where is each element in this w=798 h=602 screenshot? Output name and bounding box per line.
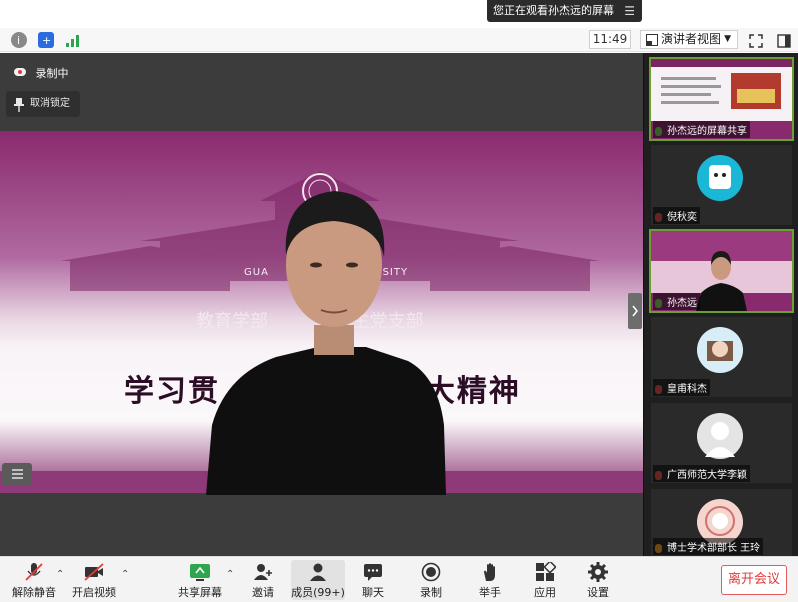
participant-name: 皇甫科杰 [653,379,710,396]
start-video-label: 开启视频 [72,586,116,599]
panel-collapse-button[interactable] [628,293,642,329]
invite-label: 邀请 [252,586,274,599]
apps-icon [534,560,557,582]
record-label: 录制 [420,586,442,599]
list-view-icon[interactable] [2,463,32,485]
unpin-label: 取消锁定 [30,98,70,109]
chat-button[interactable]: 聊天 [343,560,403,600]
share-screen-icon [189,562,211,582]
participant-name: 倪秋奕 [653,207,700,224]
participant-tile[interactable]: 广西师范大学李颖 [651,403,792,483]
share-screen-label: 共享屏幕 [178,586,222,599]
participant-name: 孙杰远的屏幕共享 [653,121,750,138]
chat-icon [362,562,384,582]
participant-tile[interactable]: ⌄ 博士学术部部长 王玲 [651,489,792,556]
fullscreen-icon[interactable] [749,33,763,52]
settings-button[interactable]: 设置 [568,560,628,600]
members-button[interactable]: 成员(99+) [291,560,345,600]
participant-name: 广西师范大学李颖 [653,465,750,482]
security-shield-icon[interactable]: + [38,32,54,48]
members-label: 成员(99+) [291,586,345,599]
raise-hand-button[interactable]: 举手 [460,560,520,600]
cloud-record-icon [14,68,26,76]
viewing-notice-text: 您正在观看孙杰远的屏幕 [493,4,614,17]
pin-icon [14,97,24,123]
participant-tile[interactable]: 倪秋奕 [651,145,792,225]
avatar [697,327,743,373]
view-mode-label: 演讲者视图 [661,32,722,46]
svg-text:+: + [42,34,51,47]
unmute-label: 解除静音 [12,586,56,599]
apps-button[interactable]: 应用 [515,560,575,600]
hand-icon [479,562,501,582]
share-screen-button[interactable]: 共享屏幕 [170,560,230,600]
participant-tile[interactable]: 孙杰远 [649,229,794,313]
info-icon[interactable]: i [11,32,27,48]
leave-meeting-button[interactable]: 离开会议 [721,565,787,595]
apps-label: 应用 [534,586,556,599]
raise-hand-label: 举手 [479,586,501,599]
add-user-icon [252,562,274,582]
video-options-chevron-icon[interactable]: ⌃ [121,569,129,580]
participant-tile[interactable]: 皇甫科杰 [651,317,792,397]
sidebar-toggle-icon[interactable] [777,33,791,52]
invite-button[interactable]: 邀请 [233,560,293,600]
meeting-control-bar: 解除静音 ⌃ 开启视频 ⌃ 共享屏幕 ⌃ 邀请 成员(99+) 聊天 录制 举手… [0,556,798,602]
mic-muted-icon [23,562,45,582]
meeting-time: 11:49 [589,30,631,49]
chevron-down-icon: ▼ [724,34,731,44]
recording-indicator: 录制中 [14,65,69,81]
viewing-notice: 您正在观看孙杰远的屏幕 ☰ [487,0,642,22]
menu-icon[interactable]: ☰ [624,0,635,22]
unpin-button[interactable]: 取消锁定 [6,91,80,117]
record-icon [420,562,442,582]
top-toolbar: i + 11:49 演讲者视图 ▼ [0,28,798,52]
recording-label: 录制中 [35,67,69,80]
avatar [697,413,743,459]
camera-off-icon [83,562,105,582]
main-video-stage: 录制中 取消锁定 GUA ERSITY 教育学部 生党支部 学习贯 大精神 [0,53,643,556]
scroll-down-icon[interactable]: ⌄ [713,511,721,522]
settings-label: 设置 [587,586,609,599]
view-mode-dropdown[interactable]: 演讲者视图 ▼ [640,30,738,49]
avatar [697,155,743,201]
participant-gallery: 孙杰远的屏幕共享 倪秋奕 孙杰远 皇甫科杰 广西师范大学李颖 ⌄ 博士学术部部长… [643,53,798,556]
chat-label: 聊天 [362,586,384,599]
unmute-button[interactable]: 解除静音 [4,560,64,600]
svg-text:i: i [17,34,20,47]
start-video-button[interactable]: 开启视频 [64,560,124,600]
presenter-video [206,191,446,495]
participant-name: 博士学术部部长 王玲 [653,538,764,555]
record-button[interactable]: 录制 [401,560,461,600]
layout-icon [646,34,658,51]
participant-name: 孙杰远 [653,293,700,310]
participant-tile[interactable]: 孙杰远的屏幕共享 [649,57,794,141]
signal-strength-icon[interactable] [65,33,81,52]
members-icon [307,562,329,582]
gear-icon [587,562,609,582]
